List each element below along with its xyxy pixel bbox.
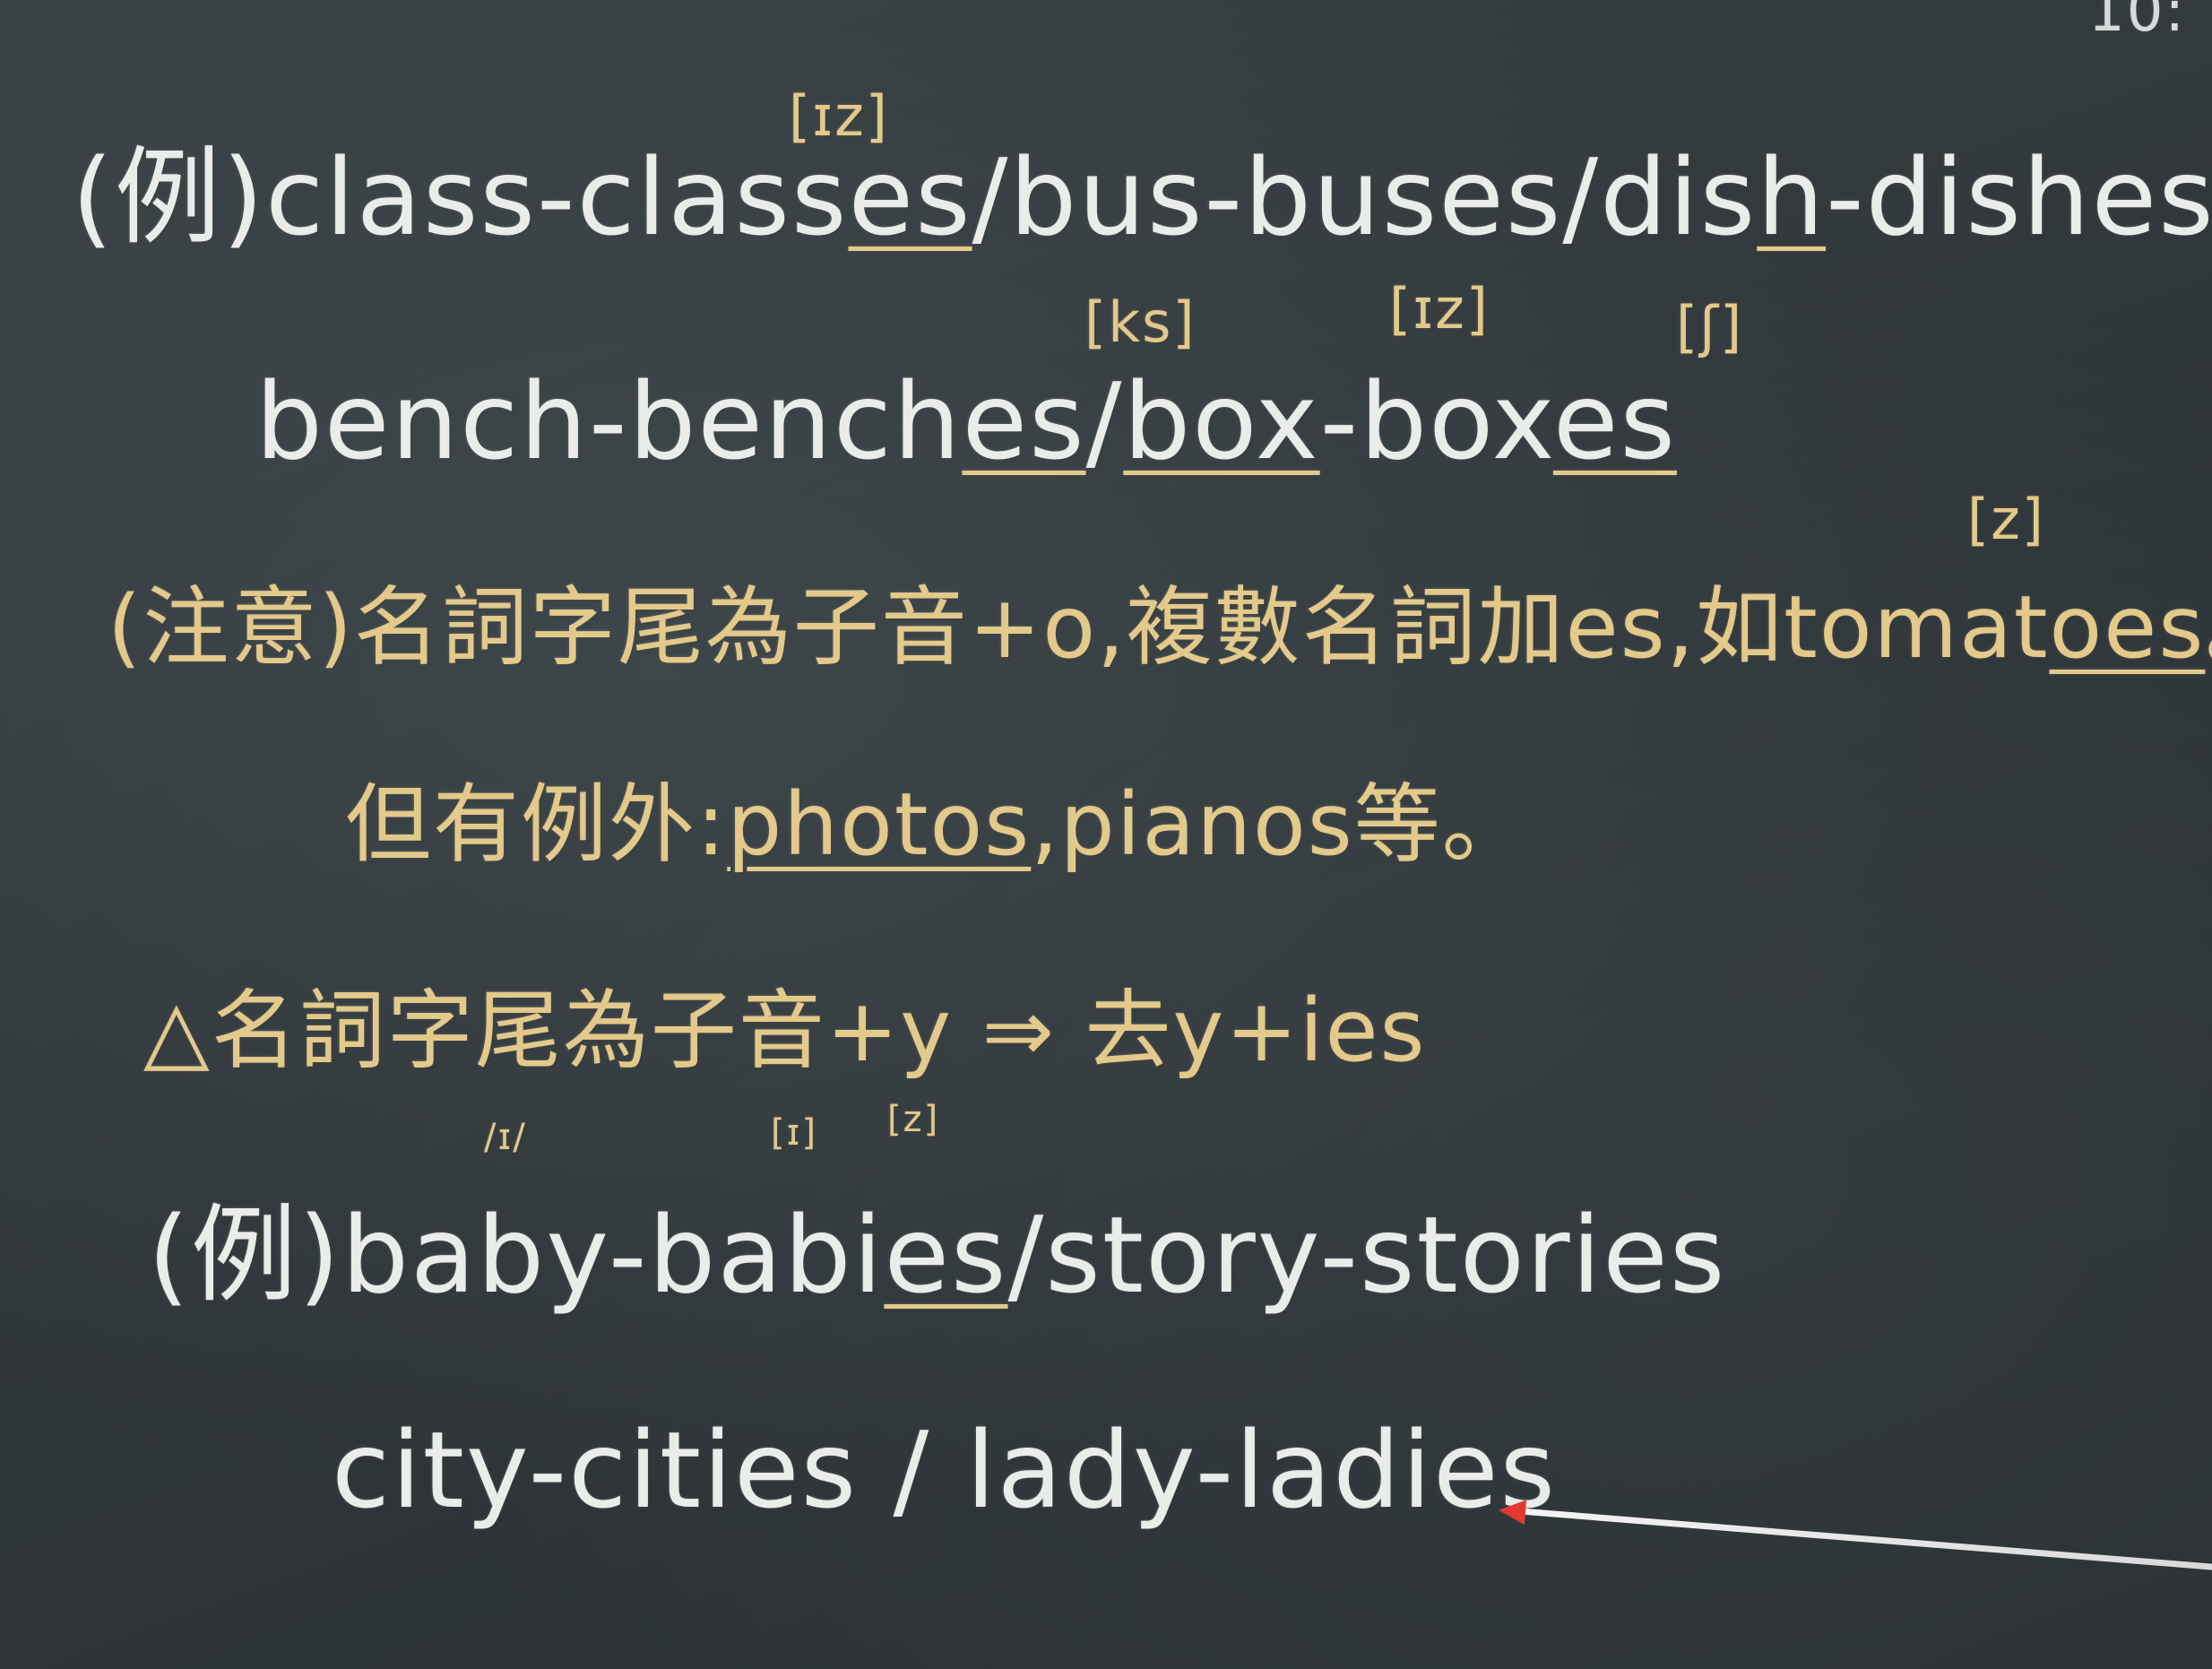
- tomatoes-oes-underlined: oes: [2049, 577, 2206, 678]
- line-4-exception: 但有例外:photos,pianos等。: [345, 771, 1530, 878]
- line-3-note: (注意)名詞字尾為子音+o,複數名詞加es,如tomatoes。: [108, 574, 2212, 681]
- line-2: bench-benches/box-boxes: [255, 359, 1677, 484]
- phonetic-iz-2: [ɪz]: [1389, 276, 1490, 342]
- phonetic-iz-1: [ɪz]: [789, 83, 889, 149]
- line-7: city-cities / lady-ladies: [332, 1408, 1558, 1532]
- word-bus-buses-dish: /bus-buses/dis: [972, 135, 1758, 259]
- suffix-es-underlined: es: [848, 135, 972, 259]
- photos-underlined: photos: [727, 774, 1032, 875]
- phonetic-sh: [ʃ]: [1676, 294, 1744, 359]
- dish-h-underlined: h: [1757, 135, 1827, 259]
- phonetic-z-1: [z]: [1967, 487, 2045, 552]
- word-dishes: -dishes: [1826, 135, 2212, 259]
- pointer-tip-icon: [1497, 1497, 1527, 1526]
- chalkboard: 10: (例)class-classes/bus-buses/dish-dish…: [0, 0, 2212, 1669]
- example-prefix-2: (例): [148, 1193, 342, 1317]
- phonetic-i-1: /ɪ/: [484, 1117, 527, 1158]
- teacher-pointer-stick: [1514, 1508, 2212, 1572]
- phonetic-ks: [ks]: [1084, 290, 1197, 355]
- note-text: (注意)名詞字尾為子音+o,複數名詞加es,如tomat: [108, 577, 2050, 678]
- note-end: 。: [2205, 577, 2212, 678]
- phonetic-i-2: [ɪ]: [771, 1112, 818, 1154]
- word-bench-benches: bench-bench: [255, 359, 963, 483]
- exception-label: 但有例外:: [345, 774, 728, 875]
- bench-es-underlined: es: [962, 359, 1086, 483]
- boxes-es-underlined: es: [1552, 359, 1677, 483]
- word-boxes: -box: [1319, 359, 1553, 483]
- babies-es-underlined: es: [884, 1193, 1008, 1317]
- word-class-classes: class-class: [265, 135, 849, 259]
- word-baby-babies: baby-babi: [341, 1193, 885, 1317]
- line-1: (例)class-classes/bus-buses/dish-dishes: [72, 134, 2212, 260]
- line-6: (例)baby-babies/story-stories: [148, 1192, 1726, 1318]
- corner-text: 10:: [2088, 0, 2186, 45]
- example-prefix: (例): [72, 135, 266, 259]
- word-story-stories: /story-stories: [1007, 1193, 1727, 1317]
- separator-slash: /: [1085, 359, 1124, 483]
- line-5-rule: △名詞字尾為子音+y ⇒ 去y+ies: [143, 981, 1427, 1081]
- pianos-text: ,pianos等。: [1031, 774, 1530, 875]
- phonetic-z-2: [z]: [887, 1099, 940, 1140]
- box-underlined: box: [1123, 359, 1320, 483]
